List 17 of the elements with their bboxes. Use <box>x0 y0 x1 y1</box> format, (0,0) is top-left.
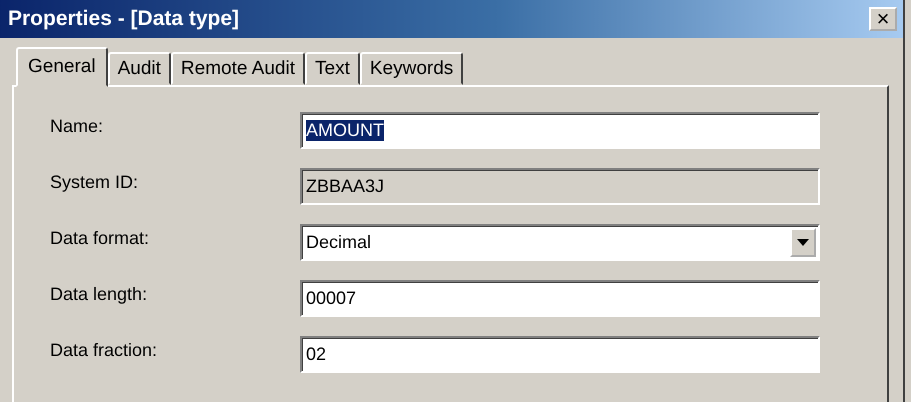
field-label: Data format: <box>50 227 150 249</box>
dropdown[interactable]: Decimal <box>300 224 820 261</box>
close-button[interactable]: × <box>869 7 897 31</box>
field-label: Data length: <box>50 283 148 305</box>
window-title: Properties - [Data type] <box>8 7 240 31</box>
input-field[interactable]: 00007 <box>300 280 820 317</box>
tab[interactable]: General <box>16 47 108 87</box>
field-label: System ID: <box>50 171 140 193</box>
input-field[interactable]: 02 <box>300 336 820 373</box>
field-label: Data fraction: <box>50 339 158 361</box>
tab[interactable]: Text <box>305 52 360 85</box>
selected-text: AMOUNT <box>306 120 384 141</box>
tab[interactable]: Remote Audit <box>170 52 305 85</box>
input-field[interactable]: AMOUNT <box>300 112 820 149</box>
tab[interactable]: Keywords <box>360 52 464 85</box>
tab[interactable]: Audit <box>108 52 171 85</box>
field-label: Name: <box>50 115 104 137</box>
